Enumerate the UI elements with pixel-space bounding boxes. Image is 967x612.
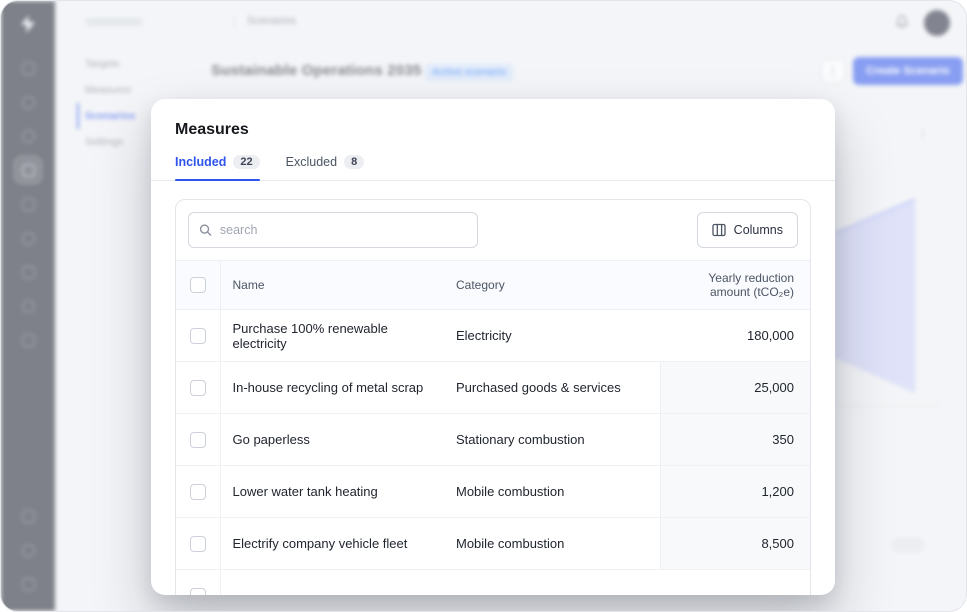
- table-row[interactable]: Lower water tank heating Mobile combusti…: [176, 465, 810, 518]
- row-checkbox[interactable]: [189, 327, 206, 344]
- header-category: Category: [444, 260, 660, 310]
- table-row[interactable]: In-house recycling of metal scrap Purcha…: [176, 361, 810, 414]
- measure-amount: 8,500: [659, 517, 810, 570]
- measure-amount: [660, 569, 810, 595]
- select-all-cell: [176, 260, 221, 310]
- row-checkbox[interactable]: [189, 535, 206, 552]
- row-checkbox-cell: [176, 465, 221, 518]
- row-checkbox-cell: [176, 413, 221, 466]
- table-toolbar: Columns: [176, 200, 810, 260]
- table-row[interactable]: Go paperless Stationary combustion 350: [176, 413, 810, 466]
- table-header-row: Name Category Yearly reduction amount (t…: [176, 260, 810, 310]
- measures-table: Name Category Yearly reduction amount (t…: [176, 260, 810, 595]
- app-window: Targets Measures Scenarios Settings Scen…: [0, 0, 967, 612]
- row-checkbox-cell: [176, 517, 221, 570]
- search-input[interactable]: [219, 223, 467, 237]
- table-row[interactable]: [176, 569, 810, 595]
- search-icon: [199, 224, 212, 237]
- measures-table-body: Purchase 100% renewable electricity Elec…: [176, 309, 810, 595]
- measure-category: Purchased goods & services: [444, 361, 660, 414]
- row-checkbox[interactable]: [189, 379, 206, 396]
- select-all-checkbox[interactable]: [189, 277, 206, 293]
- row-checkbox[interactable]: [189, 587, 206, 595]
- measure-name: Electrify company vehicle fleet: [220, 517, 444, 570]
- measures-modal: Measures Included 22 Excluded 8 search C…: [151, 99, 835, 595]
- measure-name: Go paperless: [220, 413, 444, 466]
- row-checkbox[interactable]: [189, 431, 206, 448]
- tab-excluded-label: Excluded: [285, 155, 338, 169]
- measure-name: Lower water tank heating: [220, 465, 444, 518]
- modal-title: Measures: [175, 121, 249, 138]
- measure-amount: 350: [659, 413, 810, 466]
- tab-included-label: Included: [175, 155, 227, 169]
- measure-name: [220, 569, 444, 595]
- row-checkbox-cell: [176, 361, 221, 414]
- measure-category: Mobile combustion: [444, 465, 660, 518]
- header-amount: Yearly reduction amount (tCO₂e): [660, 260, 810, 310]
- measure-category: [444, 569, 660, 595]
- measure-amount: 180,000: [660, 309, 810, 362]
- columns-button-label: Columns: [733, 223, 783, 237]
- tab-excluded-count: 8: [344, 155, 365, 169]
- tab-included[interactable]: Included 22: [175, 155, 260, 181]
- modal-tabs: Included 22 Excluded 8: [151, 155, 835, 181]
- table-row[interactable]: Purchase 100% renewable electricity Elec…: [176, 309, 810, 362]
- modal-body: Columns Name Category Yearly reduction a…: [151, 181, 835, 595]
- header-name: Name: [220, 260, 444, 310]
- measures-table-card: Columns Name Category Yearly reduction a…: [175, 199, 811, 595]
- measure-category: Electricity: [444, 309, 660, 362]
- table-row[interactable]: Electrify company vehicle fleet Mobile c…: [176, 517, 810, 570]
- columns-icon: [712, 223, 726, 237]
- tab-included-count: 22: [233, 155, 260, 169]
- row-checkbox-cell: [176, 569, 221, 595]
- modal-header: Measures: [151, 99, 835, 139]
- search-box: [188, 212, 478, 248]
- row-checkbox-cell: [176, 309, 221, 362]
- measure-category: Mobile combustion: [444, 517, 660, 570]
- measure-category: Stationary combustion: [444, 413, 660, 466]
- columns-button[interactable]: Columns: [696, 212, 798, 248]
- measure-name: Purchase 100% renewable electricity: [220, 309, 444, 362]
- measure-amount: 1,200: [659, 465, 810, 518]
- row-checkbox[interactable]: [189, 483, 206, 500]
- measure-name: In-house recycling of metal scrap: [220, 361, 444, 414]
- measure-amount: 25,000: [659, 361, 810, 414]
- tab-excluded[interactable]: Excluded 8: [286, 155, 365, 180]
